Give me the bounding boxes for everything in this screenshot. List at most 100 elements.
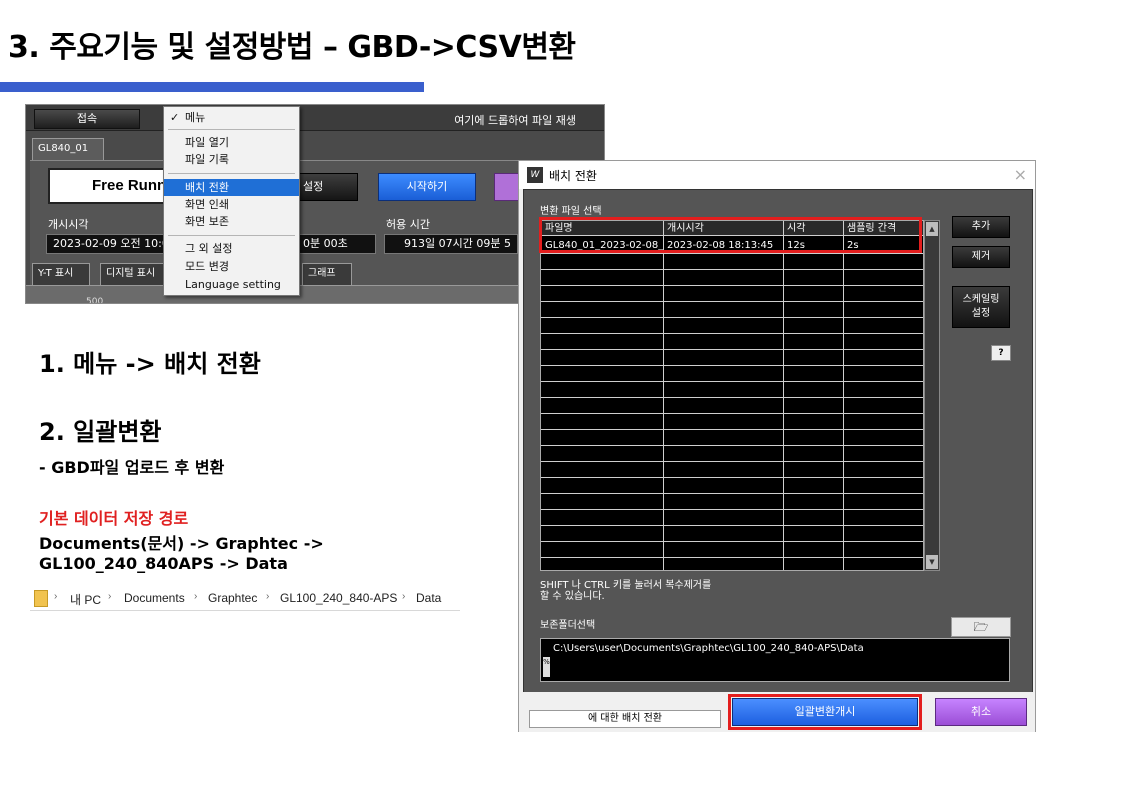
menu-item-save-screen[interactable]: 화면 보존 [164, 213, 299, 230]
start-button[interactable]: 시작하기 [378, 173, 476, 201]
breadcrumb-documents[interactable]: Documents [124, 591, 185, 605]
folder-icon [34, 590, 48, 607]
save-folder-path-text: C:\Users\user\Documents\Graphtec\GL100_2… [553, 643, 864, 654]
chevron-right-icon: › [108, 591, 112, 602]
app-icon: W [527, 167, 543, 183]
menu-item-language[interactable]: Language setting [164, 276, 299, 293]
title-underline-bar [0, 82, 424, 92]
default-path-line-2: GL100_240_840APS -> Data [39, 554, 288, 573]
file-table[interactable]: 파일명 개시시각 시각 샘플링 간격 GL840_01_2023-02-08_1… [540, 220, 924, 571]
tab-yt-display[interactable]: Y-T 표시 [32, 263, 90, 285]
settings-button[interactable]: 설정 [294, 173, 358, 201]
multi-remove-hint-2: 할 수 있습니다. [540, 591, 605, 602]
breadcrumb-graphtec[interactable]: Graphtec [208, 591, 257, 605]
row-divider [541, 541, 923, 542]
scroll-up-icon[interactable]: ▲ [926, 222, 938, 236]
menu-item-other-settings[interactable]: 그 외 설정 [164, 240, 299, 257]
add-button[interactable]: 추가 [952, 216, 1010, 238]
default-path-line-1: Documents(문서) -> Graphtec -> [39, 534, 324, 553]
row-divider [541, 509, 923, 510]
connect-button[interactable]: 접속 [34, 109, 140, 129]
tab-device[interactable]: GL840_01 [32, 138, 104, 160]
row-divider [541, 445, 923, 446]
step-2: 2. 일괄변환 [39, 418, 162, 446]
main-toolbar: 접속 여기에 드롭하여 파일 재생 [26, 105, 604, 131]
dialog-footer: 에 대한 배치 전환 일괄변환개시 취소 [519, 692, 1035, 732]
path-marker: % [543, 657, 550, 677]
explorer-breadcrumb: › 내 PC › Documents › Graphtec › GL100_24… [30, 587, 460, 611]
row-divider [541, 381, 923, 382]
row-divider [541, 333, 923, 334]
menu-item-record-file[interactable]: 파일 기록 [164, 151, 299, 168]
breadcrumb-my-pc[interactable]: 내 PC [70, 591, 101, 608]
highlight-box-table [539, 217, 922, 253]
table-scrollbar[interactable]: ▲ ▼ [924, 220, 940, 571]
allowed-time-field: 913일 07시간 09분 5 [384, 234, 518, 254]
cancel-button[interactable]: 취소 [935, 698, 1027, 726]
dialog-body: 변환 파일 선택 파일명 개시시각 시각 샘플링 간격 GL840_01_202… [523, 189, 1033, 729]
save-folder-path: % C:\Users\user\Documents\Graphtec\GL100… [540, 638, 1010, 682]
mode-display: Free Running [48, 168, 166, 204]
dialog-title: 배치 전환 [549, 169, 597, 183]
tab-graph[interactable]: 그래프 [302, 263, 352, 285]
row-divider [541, 349, 923, 350]
menu-divider [168, 173, 295, 174]
scaling-settings-button[interactable]: 스케일링 설정 [952, 286, 1010, 328]
row-divider [541, 317, 923, 318]
menu-header-label: 메뉴 [185, 111, 206, 124]
column-divider [783, 221, 784, 570]
step-2-detail: - GBD파일 업로드 후 변환 [39, 458, 225, 477]
menu-divider [168, 129, 295, 130]
breadcrumb-gl-folder[interactable]: GL100_240_840-APS [280, 591, 397, 605]
row-divider [541, 253, 923, 254]
scaling-label-line-2: 설정 [971, 308, 991, 319]
breadcrumb-data[interactable]: Data [416, 591, 441, 605]
start-time-field: 2023-02-09 오전 10:0 [46, 234, 166, 254]
batch-target-label: 에 대한 배치 전환 [529, 710, 721, 728]
menu-divider [168, 235, 295, 236]
batch-convert-dialog: W 배치 전환 × 변환 파일 선택 파일명 개시시각 시각 샘플링 간격 GL… [518, 160, 1036, 732]
row-divider [541, 461, 923, 462]
menu-item-open-file[interactable]: 파일 열기 [164, 134, 299, 151]
remove-button[interactable]: 제거 [952, 246, 1010, 268]
default-path-title: 기본 데이터 저장 경로 [39, 509, 189, 528]
file-select-label: 변환 파일 선택 [540, 206, 602, 217]
tab-digital-display[interactable]: 디지털 표시 [100, 263, 164, 285]
dialog-titlebar: W 배치 전환 × [519, 161, 1035, 189]
menu-item-batch-convert[interactable]: 배치 전환 [164, 179, 299, 196]
menu-item-mode-change[interactable]: 모드 변경 [164, 258, 299, 275]
drop-hint: 여기에 드롭하여 파일 재생 [454, 114, 576, 127]
check-icon: ✓ [170, 111, 180, 124]
row-divider [541, 397, 923, 398]
row-divider [541, 477, 923, 478]
row-divider [541, 269, 923, 270]
row-divider [541, 301, 923, 302]
menu-item-print-screen[interactable]: 화면 인쇄 [164, 196, 299, 213]
highlight-box-execute [728, 694, 922, 730]
start-time-label: 개시시각 [48, 218, 89, 231]
elapsed-time-field: 0분 00초 [296, 234, 376, 254]
row-divider [541, 285, 923, 286]
save-folder-label: 보존폴더선택 [540, 620, 596, 631]
row-divider [541, 413, 923, 414]
row-divider [541, 429, 923, 430]
slide-title: 3. 주요기능 및 설정방법 – GBD->CSV변환 [8, 30, 576, 65]
row-divider [541, 365, 923, 366]
scroll-down-icon[interactable]: ▼ [926, 555, 938, 569]
help-button[interactable]: ? [991, 345, 1011, 361]
row-divider [541, 525, 923, 526]
main-menu: ✓ 메뉴 파일 열기 파일 기록 배치 전환 화면 인쇄 화면 보존 그 외 설… [163, 106, 300, 296]
axis-label: 500 [86, 297, 104, 304]
close-icon[interactable]: × [1014, 165, 1027, 184]
menu-header[interactable]: ✓ 메뉴 [164, 109, 299, 126]
scaling-label-line-1: 스케일링 [962, 294, 1000, 305]
column-divider [843, 221, 844, 570]
chevron-right-icon: › [402, 591, 406, 602]
column-divider [663, 221, 664, 570]
chevron-right-icon: › [54, 591, 58, 602]
allowed-time-label: 허용 시간 [386, 218, 430, 231]
chevron-right-icon: › [266, 591, 270, 602]
chevron-right-icon: › [194, 591, 198, 602]
row-divider [541, 493, 923, 494]
open-folder-icon[interactable]: 🗁 [951, 617, 1011, 637]
